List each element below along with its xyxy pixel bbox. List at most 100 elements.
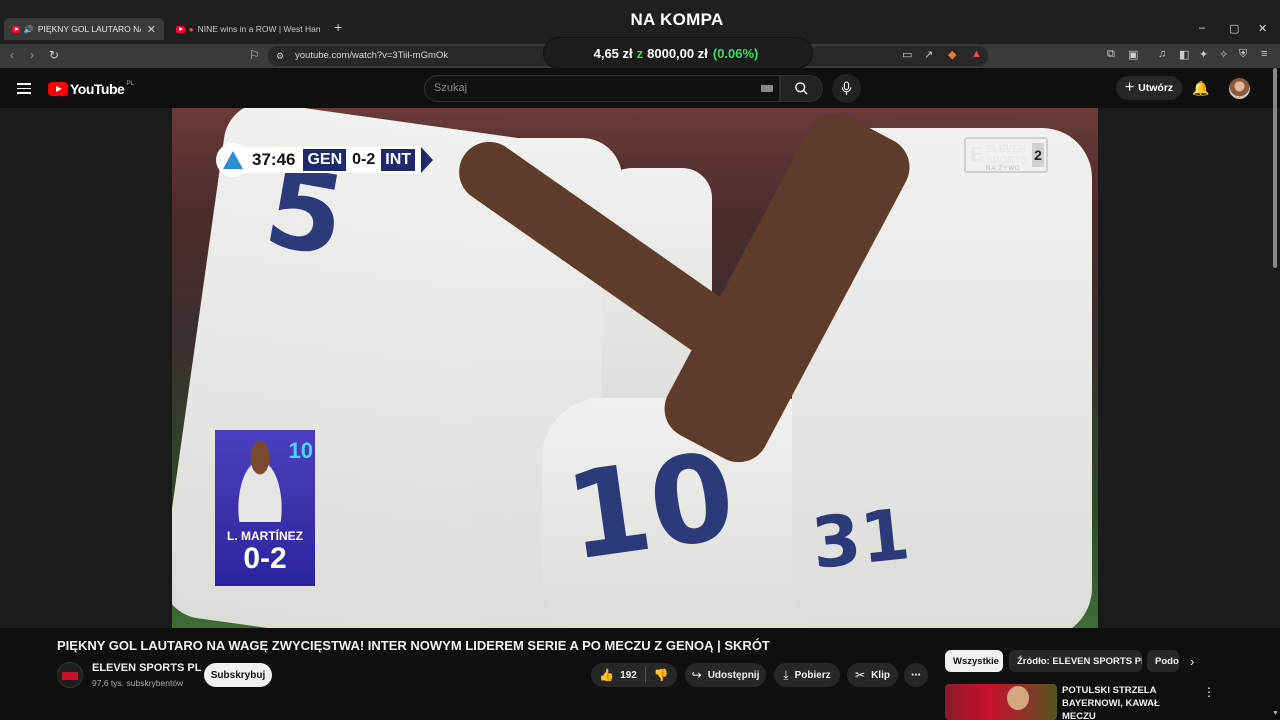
tab-title: PIĘKNY GOL LAUTARO NA W: [37, 24, 141, 34]
scissors-icon: ✂: [855, 668, 866, 682]
vpn-icon[interactable]: ⛨: [1239, 48, 1247, 61]
search-button[interactable]: [780, 75, 823, 102]
rewards-icon[interactable]: ▲: [971, 48, 982, 60]
more-actions-button[interactable]: ⋯: [904, 663, 928, 687]
sidebar-icon[interactable]: ◧: [1179, 48, 1189, 61]
download-label: Pobierz: [794, 669, 831, 681]
channel-number: 2: [1032, 143, 1044, 167]
recommended-thumbnail[interactable]: [945, 684, 1057, 720]
share-button[interactable]: ↪ Udostępnij: [685, 663, 766, 687]
player-number: 10: [288, 438, 313, 463]
video-title: PIĘKNY GOL LAUTARO NA WAGĘ ZWYCIĘSTWA! I…: [57, 638, 770, 653]
chip-all[interactable]: Wszystkie: [945, 650, 1003, 672]
stream-overlay-title: NA KOMPA: [630, 10, 724, 29]
broadcaster-line1: ELEVEN: [986, 144, 1027, 155]
new-tab-icon[interactable]: +: [334, 19, 342, 35]
more-vertical-icon[interactable]: ⋮: [1203, 685, 1215, 699]
record-dot-icon: ●: [188, 24, 194, 34]
like-count[interactable]: 192: [620, 670, 637, 681]
player-photo: [224, 430, 296, 522]
reload-icon[interactable]: ↻: [49, 48, 59, 62]
forward-icon[interactable]: ›: [30, 48, 34, 62]
goal-target: 8000,00 zł: [647, 45, 708, 61]
tab-youtube-video[interactable]: 🔊 PIĘKNY GOL LAUTARO NA W ✕: [4, 18, 164, 40]
goal-percent: (0.06%): [712, 45, 759, 61]
account-avatar[interactable]: [1229, 78, 1250, 99]
share-label: Udostępnij: [707, 669, 760, 681]
wallet-icon[interactable]: ▣: [1128, 48, 1138, 61]
search-placeholder: Szukaj: [434, 82, 468, 94]
broadcaster-line2: SPORTS: [986, 155, 1028, 166]
brave-shield-icon[interactable]: ◆: [948, 48, 956, 61]
download-button[interactable]: ⤓ Pobierz: [774, 663, 840, 687]
guide-menu-icon[interactable]: [17, 83, 31, 94]
media-icon[interactable]: ♫: [1158, 48, 1166, 60]
youtube-play-icon: [48, 82, 68, 96]
subscriber-count: 97,6 tys. subskrybentów: [92, 678, 184, 688]
cast-icon[interactable]: ▭: [902, 48, 912, 61]
scroll-down-icon[interactable]: ▼: [1272, 710, 1279, 717]
mic-icon: [841, 81, 852, 95]
leo-icon[interactable]: ✦: [1199, 48, 1208, 61]
minimize-icon[interactable]: –: [1199, 22, 1205, 34]
bookmark-icon[interactable]: ⚐: [249, 48, 260, 62]
goal-current: 4,65 zł: [593, 45, 633, 61]
sparkle-icon[interactable]: ✧: [1219, 48, 1228, 61]
broadcaster-sub: NA ŻYWO: [986, 166, 1021, 172]
like-dislike-group: 👍 192 👎: [591, 663, 677, 687]
donation-goal-pill: 4,65 zł z 8000,00 zł (0.06%): [544, 38, 812, 68]
create-label: Utwórz: [1138, 82, 1174, 94]
speaker-icon[interactable]: 🔊: [24, 25, 34, 34]
close-tab-icon[interactable]: ✕: [141, 23, 156, 36]
chip-related[interactable]: Podo: [1147, 650, 1179, 672]
share-icon: ↪: [691, 668, 702, 682]
chevron-right-icon[interactable]: ›: [1190, 654, 1194, 669]
shirt-number-graphic: 31: [807, 493, 914, 585]
tab-west-ham[interactable]: ● NINE wins in a ROW | West Ham: [168, 18, 328, 40]
youtube-favicon-icon: [176, 25, 185, 33]
search-input[interactable]: [424, 75, 780, 102]
create-button[interactable]: + Utwórz: [1116, 76, 1182, 100]
goal-separator: z: [636, 45, 644, 61]
download-icon: ⤓: [783, 667, 789, 682]
keyboard-icon[interactable]: [761, 85, 773, 92]
like-icon[interactable]: 👍: [599, 668, 614, 682]
channel-name[interactable]: ELEVEN SPORTS PL: [92, 662, 201, 674]
back-icon[interactable]: ‹: [10, 48, 14, 62]
scorebug: 37:46 GEN 0-2 INT: [216, 143, 434, 177]
dislike-icon[interactable]: 👎: [654, 668, 669, 682]
extensions-icon[interactable]: ⧉: [1107, 48, 1115, 61]
home-team: GEN: [303, 149, 347, 171]
restore-icon[interactable]: ▢: [1229, 22, 1239, 35]
close-window-icon[interactable]: ✕: [1258, 22, 1267, 35]
share-page-icon[interactable]: ↗: [924, 48, 933, 61]
screen: { "browser": { "tabs": [ {"title": "PIĘK…: [0, 0, 1280, 720]
clip-button[interactable]: ✂ Klip: [847, 663, 898, 687]
scorebug-main: 37:46 GEN 0-2 INT: [244, 147, 422, 173]
subscribe-button[interactable]: Subskrybuj: [204, 663, 272, 687]
chip-source[interactable]: Źródło: ELEVEN SPORTS PL: [1009, 650, 1142, 672]
youtube-logo[interactable]: YouTube PL: [48, 79, 135, 97]
match-clock: 37:46: [252, 150, 296, 169]
plus-icon: +: [1124, 79, 1135, 96]
tab-title: NINE wins in a ROW | West Ham: [197, 24, 320, 34]
card-score: 0-2: [243, 542, 287, 575]
page-scrollbar[interactable]: [1272, 68, 1278, 268]
voice-search-button[interactable]: [832, 74, 861, 103]
scorebug-tail: [421, 147, 434, 173]
notifications-bell-icon[interactable]: 🔔: [1192, 80, 1209, 97]
player-name: L. MARTÍNEZ: [227, 529, 303, 543]
eleven-e-icon: E: [970, 144, 984, 166]
clip-label: Klip: [871, 669, 890, 681]
like-divider: [644, 667, 646, 683]
menu-icon[interactable]: ≡: [1261, 48, 1267, 60]
region-code: PL: [126, 79, 135, 87]
youtube-wordmark: YouTube: [70, 81, 125, 97]
search-icon: [795, 82, 808, 95]
url-text: youtube.com/watch?v=3Tiil-mGmOk: [295, 50, 449, 61]
more-horizontal-icon: ⋯: [911, 669, 921, 681]
recommended-title[interactable]: POTULSKI STRZELA BAYERNOWI, KAWAŁ MECZU: [1062, 684, 1192, 720]
channel-avatar[interactable]: [57, 662, 83, 688]
youtube-favicon-icon: [12, 25, 20, 33]
site-settings-icon[interactable]: ⚙: [276, 51, 284, 62]
